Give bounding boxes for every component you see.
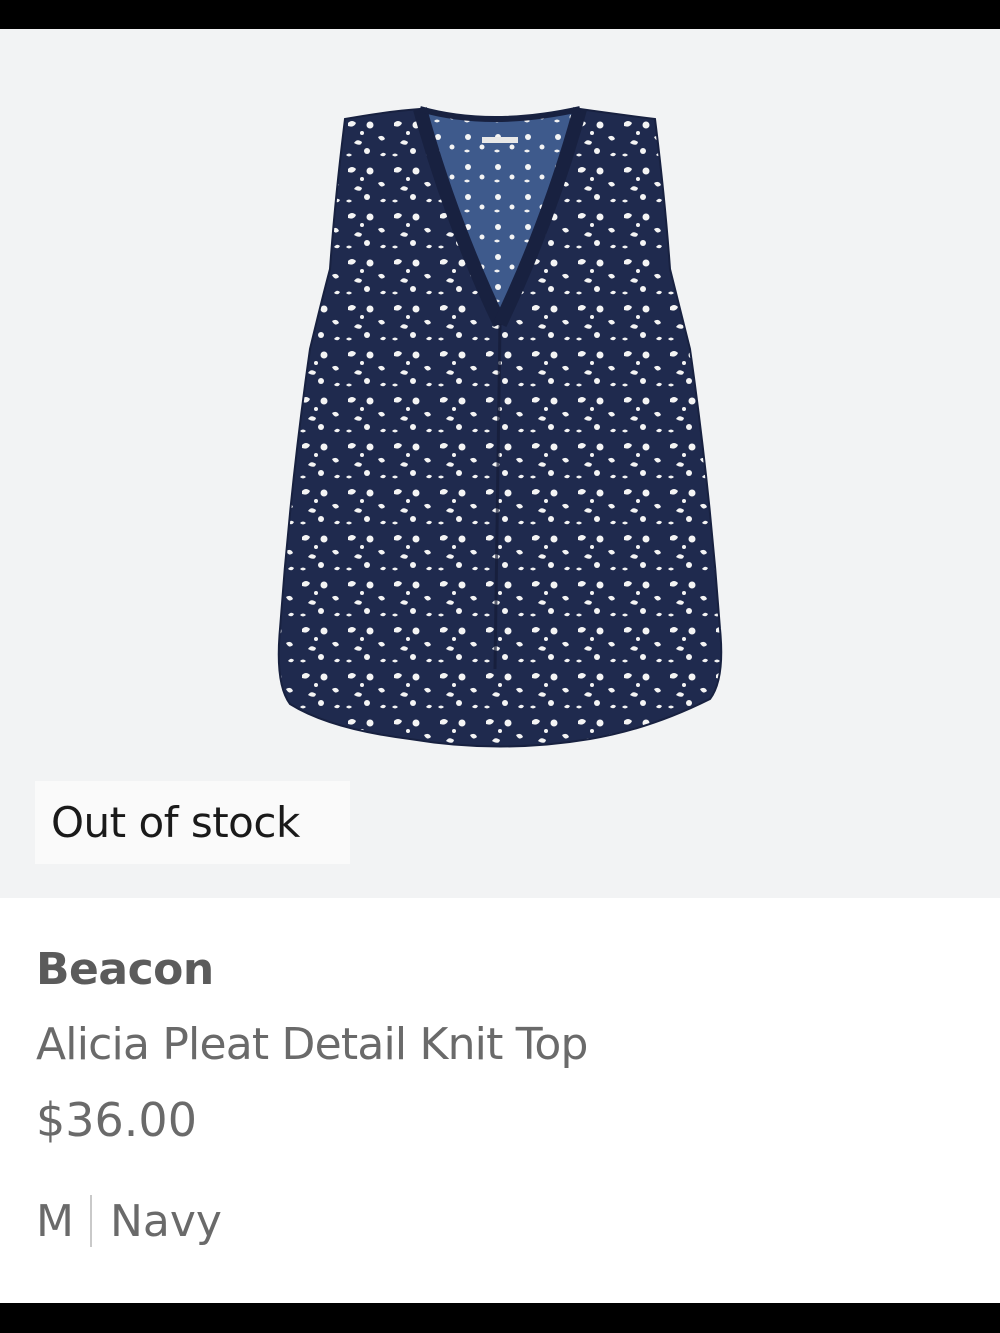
- status-bar: [0, 0, 1000, 29]
- out-of-stock-badge: Out of stock: [35, 781, 350, 864]
- product-name[interactable]: Alicia Pleat Detail Knit Top: [36, 1019, 588, 1070]
- variant-info: M Navy: [36, 1195, 222, 1247]
- product-card[interactable]: Out of stock Beacon Alicia Pleat Detail …: [0, 29, 1000, 1303]
- variant-divider: [89, 1195, 92, 1247]
- size-label: M: [36, 1195, 74, 1247]
- navigation-bar: [0, 1303, 1000, 1333]
- brand-name: Beacon: [36, 944, 214, 995]
- out-of-stock-label: Out of stock: [51, 798, 300, 847]
- product-image: [277, 106, 723, 748]
- color-label: Navy: [109, 1195, 222, 1247]
- product-price: $36.00: [36, 1093, 197, 1147]
- product-image-area[interactable]: Out of stock: [0, 29, 1000, 898]
